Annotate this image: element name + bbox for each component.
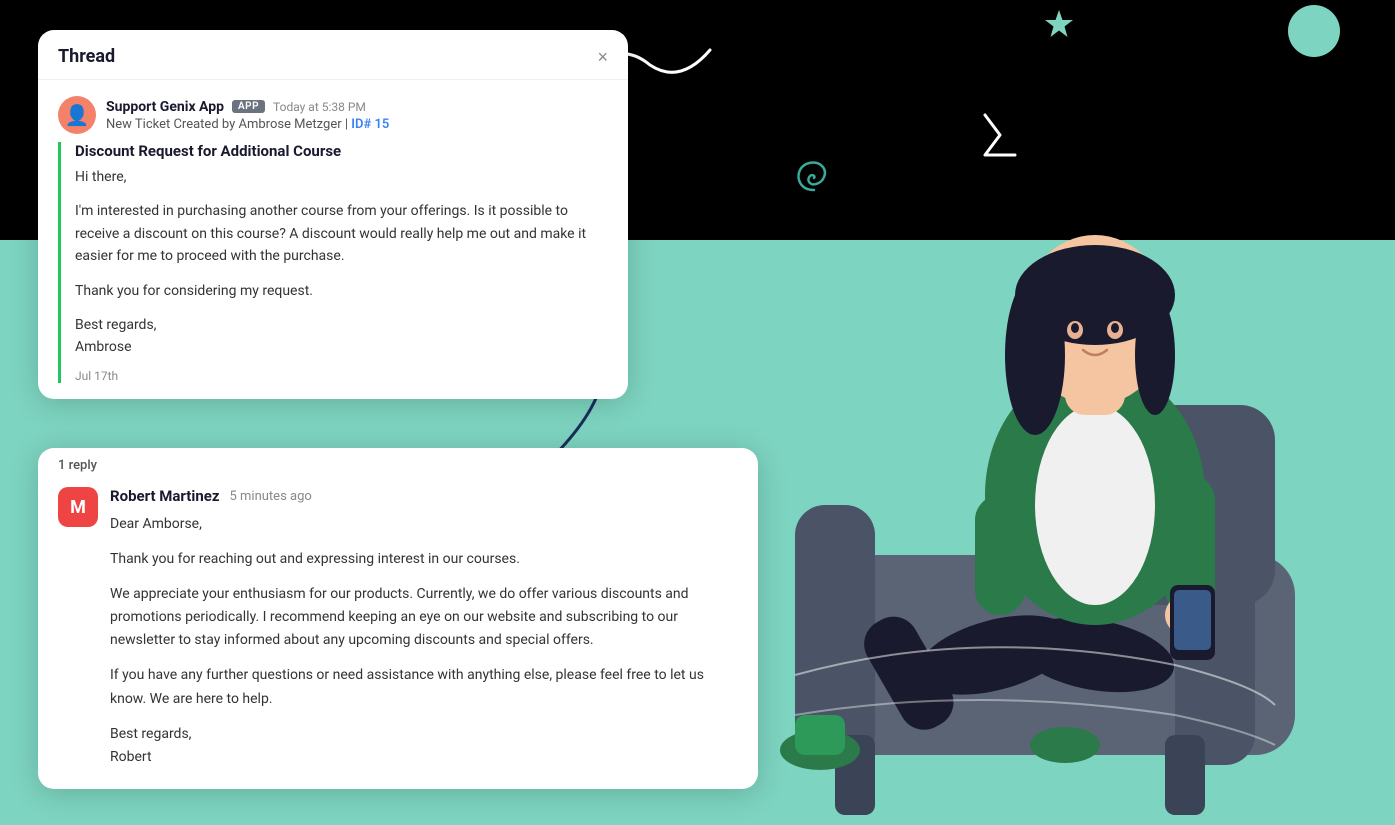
ticket-id-link[interactable]: ID# 15 xyxy=(351,117,389,132)
message-subject: Discount Request for Additional Course xyxy=(75,142,608,160)
reply-panel: 1 reply M Robert Martinez 5 minutes ago … xyxy=(38,448,758,789)
reply-signer: Robert xyxy=(110,749,152,765)
reply-count: 1 reply xyxy=(38,448,758,473)
subtitle-text: New Ticket Created by Ambrose Metzger | xyxy=(106,117,348,132)
reply-meta-top: Robert Martinez 5 minutes ago xyxy=(110,487,738,505)
meta-right: Support Genix App APP Today at 5:38 PM N… xyxy=(106,99,389,132)
meta-top: Support Genix App APP Today at 5:38 PM xyxy=(106,99,389,115)
thread-panel: Thread × 👤 Support Genix App APP Today a… xyxy=(38,30,628,399)
person-icon: 👤 xyxy=(65,103,90,127)
closing-text: Best regards, xyxy=(75,317,156,333)
body-paragraph-2: Thank you for considering my request. xyxy=(75,280,608,302)
reply-closing-text: Best regards, xyxy=(110,726,191,742)
thread-title: Thread xyxy=(58,46,115,67)
reply-body-3: If you have any further questions or nee… xyxy=(110,664,738,710)
message-content: Discount Request for Additional Course H… xyxy=(58,142,608,383)
reply-closing: Best regards, Robert xyxy=(110,723,738,769)
ticket-subtitle: New Ticket Created by Ambrose Metzger | … xyxy=(106,117,389,132)
deco-circle xyxy=(1288,5,1340,57)
message-meta: 👤 Support Genix App APP Today at 5:38 PM… xyxy=(58,96,608,134)
spiral-deco xyxy=(790,148,838,200)
greeting: Hi there, xyxy=(75,166,608,188)
reply-body: Dear Amborse, Thank you for reaching out… xyxy=(110,513,738,769)
reply-body-1: Thank you for reaching out and expressin… xyxy=(110,548,738,571)
reply-body-2: We appreciate your enthusiasm for our pr… xyxy=(110,583,738,652)
app-badge: APP xyxy=(232,100,265,113)
reply-message: M Robert Martinez 5 minutes ago Dear Amb… xyxy=(38,473,758,789)
reply-avatar: M xyxy=(58,487,98,527)
closing-line: Best regards, Ambrose xyxy=(75,314,608,359)
close-button[interactable]: × xyxy=(597,48,608,66)
message-body: Hi there, I'm interested in purchasing a… xyxy=(75,166,608,359)
message-time: Today at 5:38 PM xyxy=(273,100,366,114)
avatar: 👤 xyxy=(58,96,96,134)
reply-content: Robert Martinez 5 minutes ago Dear Ambor… xyxy=(110,487,738,769)
message-block: 👤 Support Genix App APP Today at 5:38 PM… xyxy=(38,80,628,399)
sender-name: Support Genix App xyxy=(106,99,224,115)
body-paragraph-1: I'm interested in purchasing another cou… xyxy=(75,200,608,267)
signer-name: Ambrose xyxy=(75,339,132,355)
reply-greeting: Dear Amborse, xyxy=(110,513,738,536)
star-icon xyxy=(1043,8,1075,44)
thread-header: Thread × xyxy=(38,30,628,80)
reply-sender-name: Robert Martinez xyxy=(110,487,219,505)
message-date: Jul 17th xyxy=(75,369,608,383)
squiggle-right-deco xyxy=(975,110,1035,174)
reply-time: 5 minutes ago xyxy=(229,489,311,504)
